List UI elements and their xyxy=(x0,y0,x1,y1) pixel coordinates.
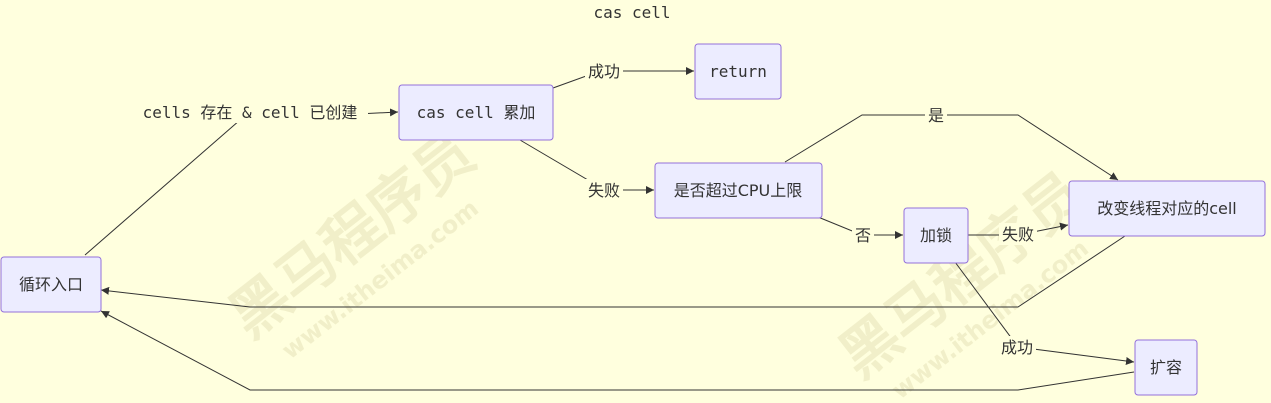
node-cas-add: cas cell 累加 xyxy=(398,84,554,141)
diagram-title: cas cell xyxy=(593,3,670,22)
node-change-thread-cell: 改变线程对应的cell xyxy=(1068,180,1266,237)
node-return: return xyxy=(694,43,782,100)
edge-label-cas-fail: 失败 xyxy=(588,181,620,200)
edge-cas-to-return xyxy=(552,67,694,89)
node-lock: 加锁 xyxy=(903,207,969,264)
edge-label-cells-exist: cells 存在 & cell 已创建 xyxy=(143,103,358,122)
edge-label-no: 否 xyxy=(855,226,871,245)
node-expand-label: 扩容 xyxy=(1150,358,1182,377)
flowchart: 黑马程序员 www.itheima.com 黑马程序员 www.itheima.… xyxy=(0,3,1266,403)
node-change-thread-cell-label: 改变线程对应的cell xyxy=(1097,199,1237,218)
node-expand: 扩容 xyxy=(1134,339,1198,396)
edge-label-lock-fail: 失败 xyxy=(1002,225,1034,244)
node-cpu-limit-label: 是否超过CPU上限 xyxy=(674,181,803,200)
node-loop-entry-label: 循环入口 xyxy=(19,275,83,294)
edge-label-cas-success: 成功 xyxy=(588,62,620,81)
node-cpu-limit: 是否超过CPU上限 xyxy=(654,162,823,219)
edge-cpu-to-change-yes xyxy=(784,114,1119,181)
node-cas-add-label: cas cell 累加 xyxy=(417,103,536,122)
edge-label-yes: 是 xyxy=(928,106,944,125)
node-lock-label: 加锁 xyxy=(920,226,952,245)
node-return-label: return xyxy=(709,62,767,81)
edge-label-lock-success: 成功 xyxy=(1001,338,1033,357)
node-loop-entry: 循环入口 xyxy=(0,256,102,313)
